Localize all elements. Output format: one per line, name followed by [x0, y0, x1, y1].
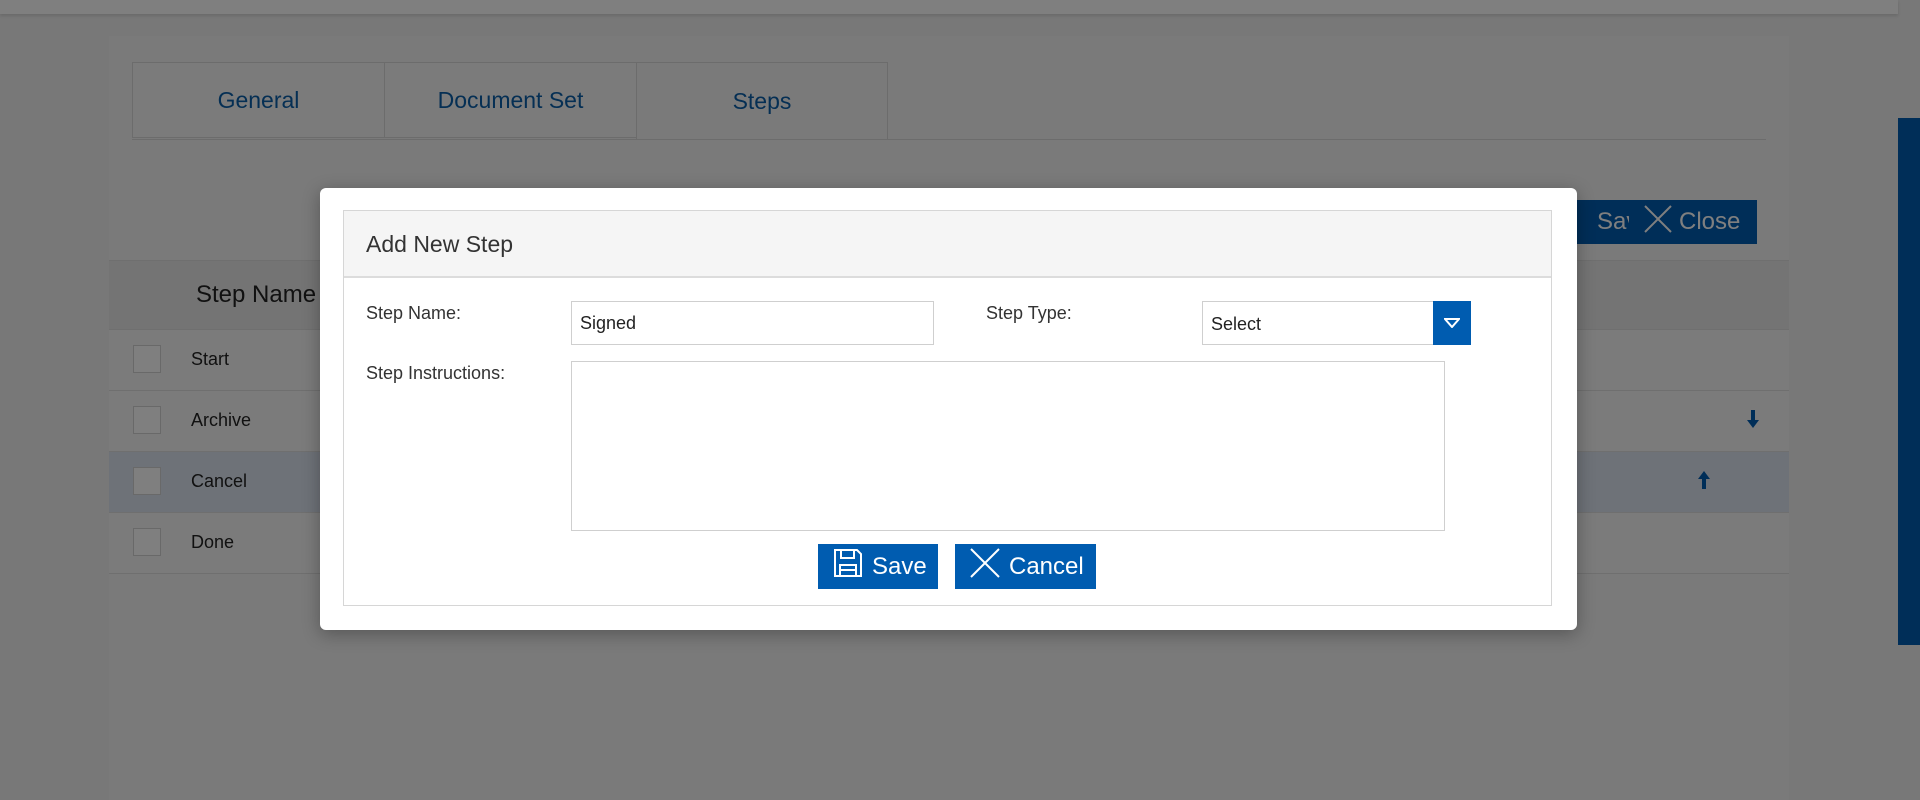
cancel-icon — [969, 547, 1001, 586]
dialog-save-label: Save — [872, 552, 927, 580]
dialog-save-button[interactable]: Save — [818, 544, 938, 589]
dialog-body: Add New Step Step Name: Step Type: Selec… — [343, 210, 1552, 606]
add-step-dialog: Add New Step Step Name: Step Type: Selec… — [320, 188, 1577, 630]
step-name-label: Step Name: — [366, 303, 462, 323]
step-instructions-textarea[interactable] — [571, 361, 1445, 531]
step-instructions-label: Step Instructions: — [366, 363, 506, 383]
dialog-cancel-button[interactable]: Cancel — [955, 544, 1096, 589]
step-name-input[interactable] — [571, 301, 934, 345]
dialog-cancel-label: Cancel — [1009, 552, 1084, 580]
save-icon — [832, 547, 864, 586]
step-type-value: Select — [1211, 314, 1262, 334]
chevron-down-icon[interactable] — [1433, 301, 1471, 345]
dialog-title: Add New Step — [344, 211, 1551, 278]
step-type-label: Step Type: — [986, 303, 1072, 323]
step-type-select[interactable]: Select — [1202, 301, 1471, 345]
